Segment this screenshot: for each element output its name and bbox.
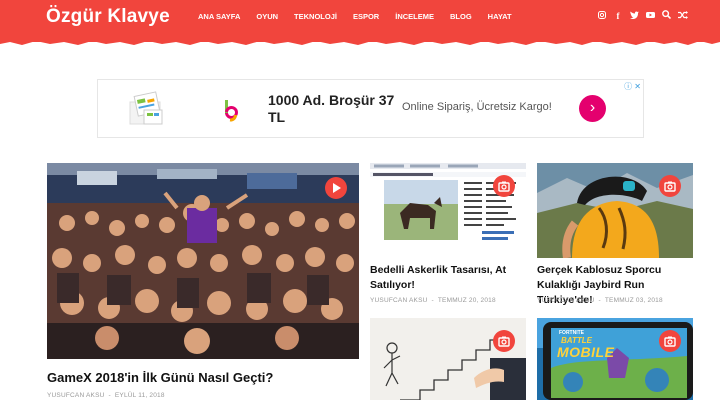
social-icons: f [598,10,694,22]
post-date: TEMMUZ 03, 2018 [604,297,663,304]
ad-brand-logo [225,100,238,122]
post-thumbnail [47,163,359,359]
shuffle-icon[interactable] [678,10,688,22]
nav-item-blog[interactable]: BLOG [450,12,472,22]
nav-item-espor[interactable]: ESPOR [353,12,379,22]
ad-product-image [129,91,163,125]
nav-item-ana-sayfa[interactable]: ANA SAYFA [198,12,240,22]
youtube-icon[interactable] [646,10,655,22]
post-title[interactable]: GameX 2018'in İlk Günü Nasıl Geçti? [47,370,359,385]
post-date: TEMMUZ 20, 2018 [437,297,496,304]
post-title[interactable]: Bedelli Askerlik Tasarısı, At Satılıyor! [370,263,520,293]
camera-icon[interactable] [659,175,681,197]
camera-icon[interactable] [493,330,515,352]
nav-item-inceleme[interactable]: İNCELEME [395,12,434,22]
post-meta: YUSUFCAN AKSU - TEMMUZ 20, 2018 [370,297,496,304]
post-card[interactable]: Gerçek Kablosuz Sporcu Kulaklığı Jaybird… [537,163,693,308]
ad-info-close-icons[interactable]: ⓘ ✕ [624,81,641,92]
ad-subtitle: Online Sipariş, Ücretsiz Kargo! [402,101,552,113]
ad-chevron-right-icon[interactable]: › [579,95,606,122]
battle-subtitle: MOBILE [557,344,615,360]
play-icon[interactable] [325,177,347,199]
nav-item-hayat[interactable]: HAYAT [488,12,512,22]
post-card[interactable] [370,318,526,400]
post-card[interactable]: FORTNITE BATTLE MOBILE [537,318,693,400]
site-logo[interactable]: Özgür Klavye [46,6,170,28]
post-author[interactable]: YUSUFCAN AKSU [47,392,105,399]
post-meta: YUSUFCAN AKSU - EYLÜL 11, 2018 [47,392,165,399]
facebook-icon[interactable]: f [614,10,622,22]
post-author[interactable]: YUSUFCAN AKSU [537,297,595,304]
post-card-featured[interactable]: GameX 2018'in İlk Günü Nasıl Geçti? YUSU… [47,163,359,400]
nav-item-teknoloji[interactable]: TEKNOLOJİ [294,12,337,22]
search-icon[interactable] [662,10,672,22]
header-torn-edge [0,36,720,45]
twitter-icon[interactable] [630,10,639,22]
ad-title: 1000 Ad. Broşür 37 TL [268,92,395,125]
nav-item-oyun[interactable]: OYUN [256,12,278,22]
post-card[interactable]: Bedelli Askerlik Tasarısı, At Satılıyor!… [370,163,526,308]
post-author[interactable]: YUSUFCAN AKSU [370,297,428,304]
camera-icon[interactable] [493,175,515,197]
ad-banner[interactable]: 1000 Ad. Broşür 37 TL Online Sipariş, Üc… [97,79,644,138]
main-nav: ANA SAYFA OYUN TEKNOLOJİ ESPOR İNCELEME … [198,12,528,22]
instagram-icon[interactable] [598,10,606,22]
post-meta: YUSUFCAN AKSU - TEMMUZ 03, 2018 [537,297,663,304]
post-date: EYLÜL 11, 2018 [114,392,165,399]
camera-icon[interactable] [659,330,681,352]
